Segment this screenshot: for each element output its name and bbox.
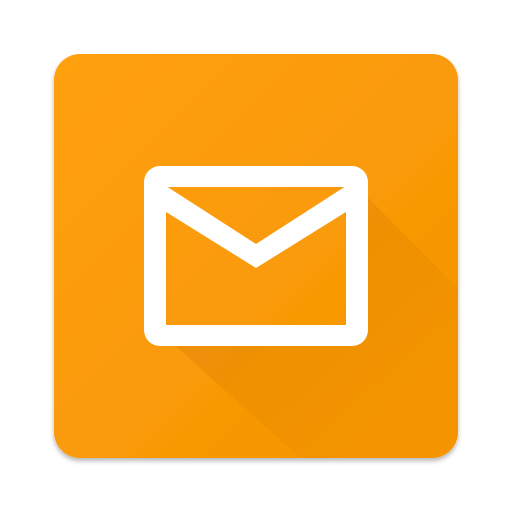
app-icon[interactable]: [0, 0, 512, 512]
icon-canvas: [0, 0, 512, 512]
